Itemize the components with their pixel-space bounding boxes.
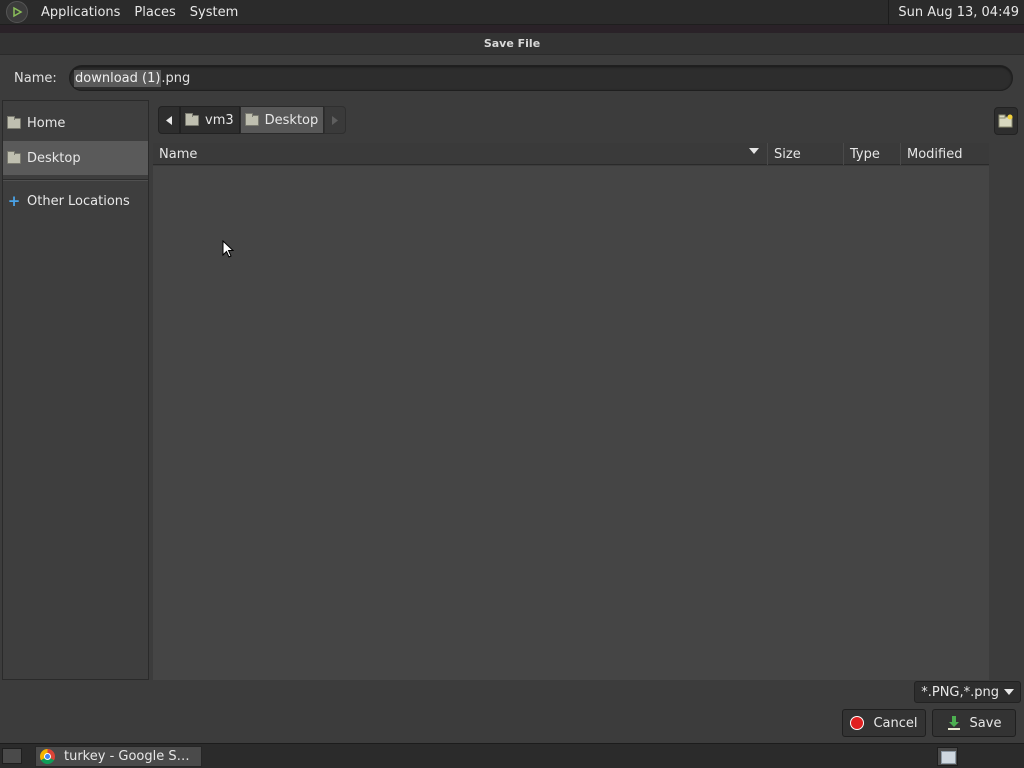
column-label: Name [159,146,198,162]
cancel-label: Cancel [873,715,918,731]
top-panel: Applications Places System Sun Aug 13, 0… [0,0,1024,25]
places-sidebar: Home Desktop + Other Locations [2,100,149,680]
filename-extension-text: .png [161,70,191,86]
file-browser: vm3 Desktop Name Size Type Modified [153,100,1022,680]
new-folder-icon [998,114,1013,128]
workspace-switcher[interactable] [937,747,958,766]
filter-value: *.PNG,*.png [921,684,999,700]
name-row: Name: download (1) .png [0,63,1024,93]
plus-icon: + [7,192,21,210]
sidebar-item-label: Desktop [27,150,81,166]
path-segment-vm3[interactable]: vm3 [180,106,240,134]
clock[interactable]: Sun Aug 13, 04:49 [888,0,1024,25]
show-desktop-icon[interactable] [2,748,22,764]
sort-descending-icon [749,148,759,154]
file-list-header: Name Size Type Modified [153,143,989,165]
save-file-dialog: Save File Name: download (1) .png Home De… [0,33,1024,743]
path-segment-desktop[interactable]: Desktop [239,106,325,134]
menu-applications[interactable]: Applications [34,5,127,20]
taskbar-item-label: turkey - Google Sea… [64,749,196,764]
path-segment-label: vm3 [205,112,234,128]
home-folder-icon [7,115,21,129]
chevron-right-icon [332,115,339,125]
file-list-body[interactable] [153,166,989,680]
column-size-header[interactable]: Size [768,143,844,165]
mouse-cursor-icon [222,240,234,258]
taskbar-item-chrome[interactable]: turkey - Google Sea… [35,746,202,767]
sidebar-item-other-locations[interactable]: + Other Locations [3,184,148,218]
create-folder-button[interactable] [994,107,1018,135]
save-label: Save [969,715,1002,731]
filename-selected-text: download (1) [74,69,162,87]
path-bar: vm3 Desktop [158,106,347,134]
path-forward-button[interactable] [324,106,347,134]
sidebar-item-label: Other Locations [27,193,130,209]
sidebar-item-desktop[interactable]: Desktop [3,141,148,175]
column-type-header[interactable]: Type [844,143,901,165]
column-name-header[interactable]: Name [153,143,768,165]
menu-logo-icon[interactable] [6,1,28,23]
column-label: Size [774,146,801,162]
chevron-left-icon [166,115,172,125]
column-label: Modified [907,146,963,162]
desktop-folder-icon [7,150,21,164]
column-modified-header[interactable]: Modified [901,143,989,165]
chrome-icon [40,749,55,764]
path-segment-label: Desktop [264,112,319,128]
path-back-button[interactable] [158,106,180,134]
cancel-button[interactable]: Cancel [842,709,926,737]
chevron-down-icon [1004,689,1014,695]
filename-input[interactable]: download (1) .png [69,65,1013,91]
desktop-folder-icon [244,112,259,126]
home-folder-icon [185,112,199,126]
sidebar-item-home[interactable]: Home [3,106,148,140]
column-label: Type [850,146,880,162]
sidebar-divider [3,179,148,181]
name-label: Name: [14,70,57,86]
menu-places[interactable]: Places [127,5,182,20]
dialog-title: Save File [0,33,1024,55]
save-button[interactable]: Save [932,709,1016,737]
download-icon [947,716,960,730]
taskbar: turkey - Google Sea… [0,743,1024,768]
file-type-filter-select[interactable]: *.PNG,*.png [914,681,1021,703]
cancel-icon [850,716,865,730]
sidebar-item-label: Home [27,115,66,131]
menu-system[interactable]: System [183,5,245,20]
